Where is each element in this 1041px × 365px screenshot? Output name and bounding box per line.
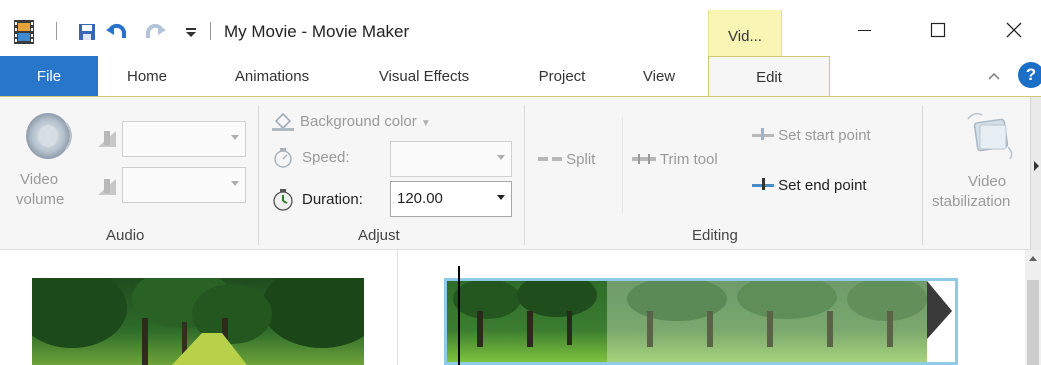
trim-tool-icon bbox=[632, 151, 660, 168]
workspace bbox=[0, 250, 1041, 365]
duration-value[interactable]: 120.00 bbox=[397, 190, 443, 207]
stabilization-icon bbox=[964, 112, 1016, 167]
inner-divider bbox=[622, 117, 623, 213]
tab-animations[interactable]: Animations bbox=[212, 56, 332, 96]
title-bar: My Movie - Movie Maker Vid... bbox=[0, 0, 1041, 56]
customize-dropdown-icon[interactable] bbox=[180, 20, 202, 44]
set-end-point-label: Set end point bbox=[778, 177, 867, 194]
tab-visual-effects[interactable]: Visual Effects bbox=[356, 56, 492, 96]
chevron-down-icon bbox=[497, 155, 505, 160]
playback-indicator[interactable] bbox=[458, 266, 460, 365]
group-divider bbox=[524, 105, 525, 245]
tab-file[interactable]: File bbox=[0, 56, 98, 96]
video-volume-label: Video bbox=[20, 171, 59, 188]
duration-icon bbox=[272, 189, 294, 211]
minimize-button[interactable] bbox=[844, 14, 884, 50]
qat-separator bbox=[210, 22, 211, 40]
background-color-button[interactable]: Background color ▼ bbox=[300, 113, 431, 130]
preview-pane bbox=[0, 250, 398, 365]
set-end-point-button[interactable]: Set end point bbox=[752, 177, 867, 194]
scroll-up-icon[interactable] bbox=[1029, 256, 1037, 261]
window-title: My Movie - Movie Maker bbox=[224, 22, 410, 41]
fade-in-icon bbox=[96, 127, 118, 149]
redo-icon[interactable] bbox=[144, 20, 166, 44]
group-label-editing: Editing bbox=[692, 227, 738, 244]
group-label-audio: Audio bbox=[106, 227, 145, 244]
video-volume-button[interactable] bbox=[22, 111, 78, 161]
split-button[interactable]: Split bbox=[538, 151, 595, 168]
set-end-point-icon bbox=[752, 177, 778, 194]
video-stabilization-label: Video bbox=[968, 173, 1007, 190]
tab-view[interactable]: View bbox=[626, 56, 692, 96]
background-color-label: Background color bbox=[300, 113, 417, 130]
chevron-up-icon bbox=[984, 72, 1004, 90]
qat-separator bbox=[56, 22, 57, 40]
scrollbar-thumb[interactable] bbox=[1027, 280, 1039, 365]
ribbon-scroll-right[interactable] bbox=[1030, 97, 1041, 251]
speaker-icon bbox=[22, 113, 78, 165]
fade-out-combo[interactable] bbox=[122, 167, 246, 203]
minimize-ribbon-button[interactable] bbox=[984, 66, 1004, 86]
video-stabilization-label: stabilization bbox=[932, 193, 1011, 210]
trim-tool-button[interactable]: Trim tool bbox=[632, 151, 718, 168]
tab-edit[interactable]: Edit bbox=[708, 56, 830, 97]
tab-project[interactable]: Project bbox=[522, 56, 602, 96]
ribbon-tab-row: File Home Animations Visual Effects Proj… bbox=[0, 56, 1041, 97]
speed-label: Speed: bbox=[302, 149, 350, 166]
tab-home[interactable]: Home bbox=[112, 56, 182, 96]
set-start-point-button[interactable]: Set start point bbox=[752, 127, 871, 144]
maximize-button[interactable] bbox=[918, 14, 958, 50]
set-start-point-label: Set start point bbox=[778, 127, 871, 144]
close-button[interactable] bbox=[994, 14, 1034, 50]
trim-tool-label: Trim tool bbox=[659, 151, 718, 168]
chevron-down-icon bbox=[231, 135, 239, 140]
duration-combo[interactable]: 120.00 bbox=[390, 181, 512, 217]
group-label-adjust: Adjust bbox=[358, 227, 400, 244]
video-clip-thumbnail[interactable] bbox=[444, 273, 958, 365]
help-icon[interactable]: ? bbox=[1018, 62, 1041, 88]
chevron-down-icon bbox=[497, 195, 505, 200]
video-stabilization-button[interactable] bbox=[964, 109, 1016, 163]
chevron-right-icon bbox=[1034, 161, 1039, 171]
chevron-down-icon: ▼ bbox=[420, 118, 431, 129]
minimize-icon bbox=[856, 22, 872, 42]
group-divider bbox=[922, 105, 923, 245]
set-start-point-icon bbox=[752, 127, 778, 144]
speed-combo[interactable] bbox=[390, 141, 512, 177]
preview-image bbox=[32, 278, 364, 365]
video-volume-label: volume bbox=[16, 191, 65, 208]
fade-out-icon bbox=[96, 175, 118, 197]
film-app-icon[interactable] bbox=[14, 20, 34, 44]
video-tools-contextual-label: Vid... bbox=[708, 10, 782, 56]
save-icon[interactable] bbox=[76, 20, 98, 44]
split-label: Split bbox=[566, 151, 596, 168]
split-icon bbox=[538, 151, 566, 168]
background-color-icon bbox=[272, 111, 294, 131]
maximize-icon bbox=[930, 22, 946, 42]
undo-icon[interactable] bbox=[106, 20, 128, 44]
fade-in-combo[interactable] bbox=[122, 121, 246, 157]
ribbon-edit-panel: Video volume Audio Background color ▼ Sp… bbox=[0, 96, 1041, 251]
duration-label: Duration: bbox=[302, 191, 363, 208]
chevron-down-icon bbox=[231, 181, 239, 186]
group-divider bbox=[258, 105, 259, 245]
close-icon bbox=[1006, 22, 1022, 42]
speed-icon bbox=[272, 147, 294, 169]
storyboard-scrollbar[interactable] bbox=[1025, 250, 1041, 365]
